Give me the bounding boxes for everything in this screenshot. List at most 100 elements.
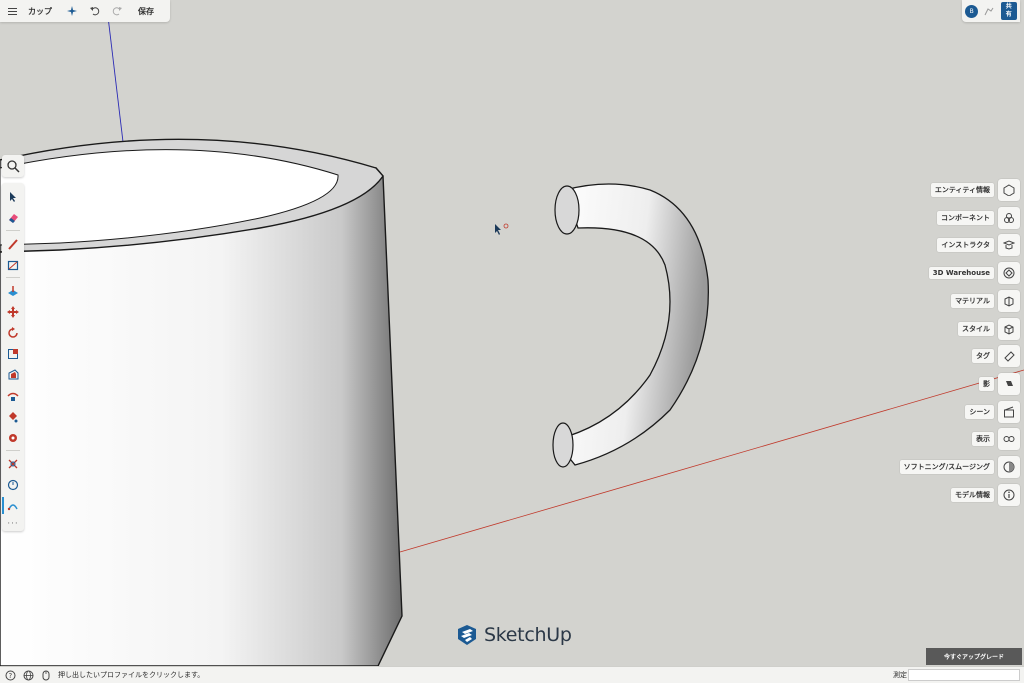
panel-label[interactable]: ソフトニング/スムージング — [899, 460, 994, 474]
entity-info-icon[interactable] — [998, 179, 1020, 201]
search-button[interactable] — [2, 155, 24, 177]
upgrade-button[interactable]: 今すぐアップグレード — [926, 648, 1022, 665]
measurements-input[interactable] — [908, 669, 1020, 681]
panel-row-components[interactable]: コンポーネント — [937, 206, 1020, 229]
panel-label[interactable]: マテリアル — [951, 293, 994, 308]
push-pull-tool[interactable] — [4, 280, 22, 301]
move-icon — [7, 305, 19, 318]
scene-canvas[interactable] — [0, 0, 1024, 666]
tool-palette: ··· — [2, 183, 24, 531]
scale-icon — [8, 348, 18, 359]
rectangle-icon — [7, 260, 19, 270]
panel-label[interactable]: インストラクタ — [937, 238, 994, 253]
follow-me-tool[interactable] — [4, 385, 22, 406]
logo-text: SketchUp — [484, 624, 572, 646]
panel-row-shadows[interactable]: 影 — [979, 372, 1020, 395]
model-info-icon[interactable] — [998, 483, 1020, 506]
tape-measure-tool[interactable] — [4, 427, 22, 448]
display-icon[interactable] — [998, 428, 1020, 451]
panel-label[interactable]: 表示 — [972, 432, 994, 447]
globe-icon[interactable] — [22, 669, 34, 681]
panel-row-instructor[interactable]: インストラクタ — [937, 234, 1020, 257]
sketchup-logo-icon — [458, 625, 476, 645]
share-label-1: 共 — [1005, 3, 1012, 10]
rotate-icon — [8, 326, 18, 338]
orbit-tool[interactable] — [4, 453, 22, 474]
offset-tool[interactable] — [4, 364, 22, 385]
more-tools-icon[interactable]: ··· — [7, 519, 19, 529]
eraser-tool[interactable] — [4, 207, 22, 228]
share-label-2: 有 — [1005, 11, 1012, 18]
panel-label[interactable]: スタイル — [958, 321, 994, 336]
handle-top-end — [554, 185, 580, 235]
share-button[interactable]: 共 有 — [1000, 2, 1017, 20]
file-name[interactable]: カップ — [20, 0, 60, 22]
panel-label[interactable]: モデル情報 — [951, 487, 994, 502]
panel-row-scenes[interactable]: シーン — [965, 400, 1020, 423]
redo-icon[interactable] — [106, 0, 128, 22]
panel-row-warehouse[interactable]: 3D Warehouse — [928, 262, 1020, 285]
panel-label[interactable]: シーン — [965, 404, 994, 419]
styles-icon[interactable] — [998, 317, 1020, 340]
select-arrow-icon — [10, 192, 16, 202]
eraser-icon — [9, 213, 18, 223]
shadows-icon[interactable] — [998, 372, 1020, 395]
components-icon[interactable] — [998, 206, 1020, 229]
mouse-icon[interactable] — [40, 669, 52, 681]
top-toolbar: カップ 保存 — [0, 0, 170, 22]
arc-icon — [7, 503, 18, 510]
follow-me-icon — [7, 392, 19, 401]
paint-tool[interactable] — [4, 406, 22, 427]
panel-row-model-info[interactable]: モデル情報 — [951, 483, 1020, 506]
panel-row-materials[interactable]: マテリアル — [951, 289, 1020, 312]
panel-row-styles[interactable]: スタイル — [958, 317, 1020, 340]
modeling-viewport[interactable] — [0, 0, 1024, 666]
zoom-extents-icon — [7, 479, 19, 490]
panel-row-tags[interactable]: タグ — [972, 345, 1020, 368]
zoom-tool[interactable] — [4, 474, 22, 495]
paint-bucket-icon — [9, 411, 18, 422]
offset-icon — [8, 368, 19, 379]
panel-row-entity-info[interactable]: エンティティ情報 — [930, 179, 1020, 201]
tags-icon[interactable] — [998, 345, 1020, 368]
tape-measure-icon — [9, 433, 17, 442]
search-sparkle-icon[interactable] — [60, 0, 84, 22]
rectangle-tool[interactable] — [4, 254, 22, 275]
svg-text:?: ? — [8, 672, 12, 680]
arc-tool[interactable] — [2, 495, 22, 516]
push-pull-icon — [8, 285, 18, 296]
soften-icon[interactable] — [998, 456, 1020, 478]
avatar[interactable]: B — [965, 4, 979, 18]
materials-icon[interactable] — [998, 289, 1020, 312]
measurements-label: 測定 — [893, 671, 907, 679]
panel-label[interactable]: コンポーネント — [937, 210, 994, 225]
cup-handle — [553, 183, 709, 466]
handle-bottom-end — [552, 422, 574, 468]
account-area: B 共 有 — [962, 0, 1020, 22]
panel-row-soften[interactable]: ソフトニング/スムージング — [899, 456, 1020, 478]
status-message: 押し出したいプロファイルをクリックします。 — [58, 671, 205, 679]
panel-label[interactable]: タグ — [972, 349, 994, 364]
save-button[interactable]: 保存 — [128, 0, 164, 22]
cursor-icon — [495, 223, 509, 235]
scenes-icon[interactable] — [998, 400, 1020, 423]
menu-icon[interactable] — [4, 0, 20, 22]
orbit-icon — [8, 459, 18, 468]
warehouse-icon[interactable] — [998, 262, 1020, 285]
panel-label[interactable]: 3D Warehouse — [928, 267, 994, 280]
scale-tool[interactable] — [4, 343, 22, 364]
undo-icon[interactable] — [84, 0, 106, 22]
status-bar: ? 押し出したいプロファイルをクリックします。 測定 — [0, 666, 1024, 683]
help-icon[interactable]: ? — [4, 669, 16, 681]
move-tool[interactable] — [4, 301, 22, 322]
notification-icon[interactable] — [984, 2, 994, 21]
line-tool[interactable] — [4, 233, 22, 254]
select-tool[interactable] — [4, 186, 22, 207]
search-icon — [6, 159, 20, 173]
panel-row-display[interactable]: 表示 — [972, 428, 1020, 451]
panel-label[interactable]: 影 — [979, 376, 994, 391]
panel-label[interactable]: エンティティ情報 — [930, 183, 994, 197]
pencil-icon — [8, 238, 18, 250]
instructor-icon[interactable] — [998, 234, 1020, 257]
rotate-tool[interactable] — [4, 322, 22, 343]
